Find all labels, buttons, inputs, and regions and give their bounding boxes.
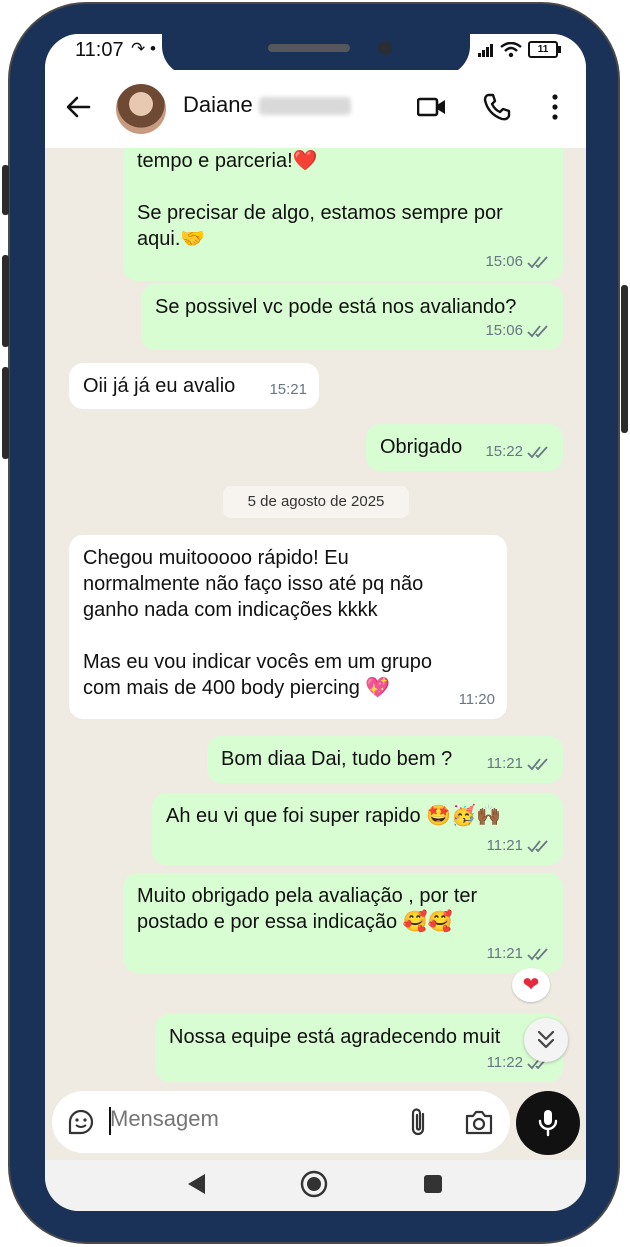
message-bubble-outgoing[interactable]: Obrigado 15:22 [366,424,563,471]
read-ticks-icon [527,446,548,459]
side-button [2,165,9,215]
message-bubble-outgoing[interactable]: Ah eu vi que foi super rapido 🤩🥳🙌🏾 11:21 [152,793,563,865]
chat-header: Daiane [45,70,586,148]
message-text: Chegou muitooooo rápido! Eu normalmente … [83,547,433,699]
message-text: tempo e parceria!❤️ Se precisar de algo,… [137,150,503,250]
message-time: 11:20 [458,691,495,708]
nav-recents-icon[interactable] [423,1174,443,1194]
message-text: Se possivel vc pode está nos avaliando? [155,296,517,318]
status-time: 11:07 [75,39,124,61]
message-time: 11:21 [486,837,523,854]
message-bubble-incoming[interactable]: Chegou muitooooo rápido! Eu normalmente … [69,535,507,719]
phone-call-icon[interactable] [482,92,512,122]
android-nav-bar [45,1160,586,1211]
message-bubble-outgoing[interactable]: Nossa equipe está agradecendo muit 11:22 [155,1014,563,1082]
heart-reaction[interactable]: ❤ [512,968,550,1002]
message-bubble-incoming[interactable]: Oii já já eu avalio 15:21 [69,363,319,409]
battery-icon: 11 [528,41,561,58]
read-ticks-icon [527,325,548,338]
phone-screen: 11:07 ↷ • 11 Daiane tempo e parceria!❤️ … [45,34,586,1211]
side-button [2,255,9,347]
message-bubble-outgoing[interactable]: Muito obrigado pela avaliação , por ter … [123,873,563,973]
message-text: Nossa equipe está agradecendo muit [169,1026,501,1048]
read-ticks-icon [527,948,548,961]
message-time: 11:21 [486,945,523,962]
message-time: 11:22 [486,1054,523,1071]
message-text: Muito obrigado pela avaliação , por ter … [137,885,478,933]
message-bubble-outgoing[interactable]: Bom diaa Dai, tudo bem ? 11:21 [207,736,563,783]
message-time: 15:06 [485,322,523,339]
contact-avatar[interactable] [116,84,166,134]
read-ticks-icon [527,256,548,269]
message-time: 15:22 [485,443,523,460]
message-bubble-outgoing[interactable]: tempo e parceria!❤️ Se precisar de algo,… [123,148,563,281]
double-chevron-down-icon [537,1030,555,1049]
contact-name[interactable]: Daiane [183,92,351,118]
blurred-surname [258,97,351,116]
wifi-icon [500,41,522,57]
status-right: 11 [478,41,561,58]
message-composer [52,1091,510,1153]
side-button [2,367,9,459]
video-call-icon[interactable] [417,92,447,122]
chat-messages: tempo e parceria!❤️ Se precisar de algo,… [45,148,586,1091]
date-divider: 5 de agosto de 2025 [223,486,409,518]
contact-first-name: Daiane [183,92,253,117]
camera-icon[interactable] [464,1108,494,1136]
read-ticks-icon [527,758,548,771]
read-ticks-icon [527,840,548,853]
message-time: 15:06 [485,253,523,270]
voice-message-button[interactable] [516,1091,580,1155]
microphone-icon [538,1110,558,1137]
side-button [621,285,628,433]
message-time: 11:21 [486,755,523,772]
attach-icon[interactable] [407,1106,431,1138]
front-camera [378,41,392,55]
notification-icons: ↷ • [131,39,156,58]
sticker-icon[interactable] [66,1107,96,1137]
signal-icon [478,43,493,57]
message-bubble-outgoing[interactable]: Se possivel vc pode está nos avaliando? … [141,284,563,350]
back-arrow-icon[interactable] [63,92,93,122]
nav-back-icon[interactable] [185,1172,207,1196]
scroll-to-bottom-button[interactable] [524,1018,568,1062]
nav-home-icon[interactable] [300,1170,328,1198]
message-text: Ah eu vi que foi super rapido 🤩🥳🙌🏾 [166,805,501,827]
speaker-grille [268,44,350,52]
message-time: 15:21 [269,381,307,398]
more-options-icon[interactable] [540,92,570,122]
message-input[interactable] [110,1106,360,1132]
